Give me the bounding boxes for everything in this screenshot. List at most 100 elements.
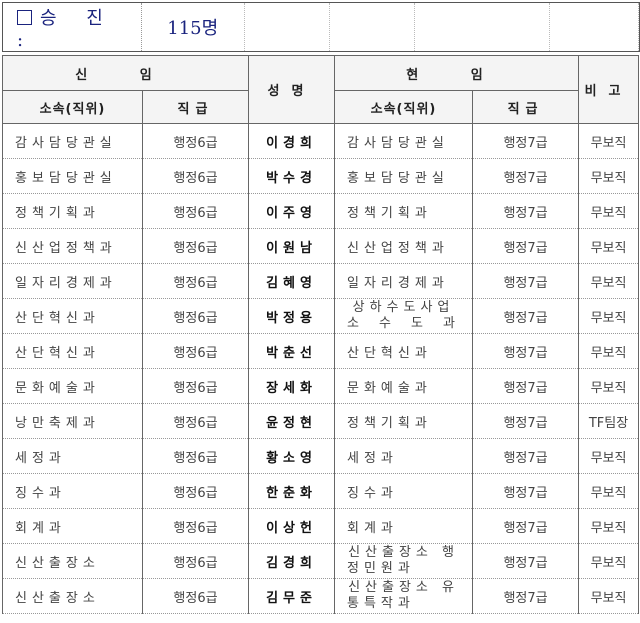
table-row: 산단혁신과 행정6급 박춘선 산단혁신과 행정7급 무보직 <box>2 333 640 369</box>
new-rank-cell: 행정6급 <box>141 228 250 264</box>
new-rank-cell: 행정6급 <box>141 123 250 159</box>
current-dept-cell: 문화예술과 <box>334 368 474 404</box>
note-cell: 무보직 <box>578 263 640 299</box>
name-cell: 박정용 <box>248 298 336 334</box>
current-rank-cell: 행정7급 <box>472 368 580 404</box>
note-cell: 무보직 <box>578 473 640 509</box>
name-cell: 이주영 <box>248 193 336 229</box>
new-dept-cell: 세정과 <box>2 438 143 474</box>
new-dept-cell: 신산업정책과 <box>2 228 143 264</box>
new-rank-cell: 행정6급 <box>141 543 250 579</box>
header-current-rank: 직급 <box>472 90 580 124</box>
current-dept-cell: 정책기획과 <box>334 403 474 439</box>
new-dept-cell: 낭만축제과 <box>2 403 143 439</box>
current-rank-cell: 행정7급 <box>472 298 580 334</box>
current-dept-cell: 정책기획과 <box>334 193 474 229</box>
new-rank-cell: 행정6급 <box>141 403 250 439</box>
current-rank-cell: 행정7급 <box>472 473 580 509</box>
current-dept-cell: 홍보담당관실 <box>334 158 474 194</box>
title-label-cell: 승 진 : <box>2 2 142 52</box>
current-rank-cell: 행정7급 <box>472 263 580 299</box>
new-rank-cell: 행정6급 <box>141 333 250 369</box>
title-empty-cell <box>637 2 640 52</box>
new-dept-cell: 산단혁신과 <box>2 333 143 369</box>
new-dept-cell: 홍보담당관실 <box>2 158 143 194</box>
new-dept-cell: 신산출장소 <box>2 578 143 614</box>
new-rank-cell: 행정6급 <box>141 263 250 299</box>
table-row: 신산업정책과 행정6급 이원남 신산업정책과 행정7급 무보직 <box>2 228 640 264</box>
promotion-count: 115명 <box>140 2 245 52</box>
new-dept-cell: 징수과 <box>2 473 143 509</box>
header-new-dept: 소속(직위) <box>2 90 143 124</box>
current-rank-cell: 행정7급 <box>472 508 580 544</box>
name-cell: 이상헌 <box>248 508 336 544</box>
note-cell: 무보직 <box>578 333 640 369</box>
table-row: 정책기획과 행정6급 이주영 정책기획과 행정7급 무보직 <box>2 193 640 229</box>
new-rank-cell: 행정6급 <box>141 508 250 544</box>
current-dept-cell: 신산출장소 행정민원과 <box>334 543 474 579</box>
note-cell: 무보직 <box>578 438 640 474</box>
table-row: 신산출장소 행정6급 김무준 신산출장소 유통특작과 행정7급 무보직 <box>2 578 640 614</box>
name-cell: 한춘화 <box>248 473 336 509</box>
new-dept-cell: 정책기획과 <box>2 193 143 229</box>
new-rank-cell: 행정6급 <box>141 298 250 334</box>
current-rank-cell: 행정7급 <box>472 158 580 194</box>
new-dept-cell: 문화예술과 <box>2 368 143 404</box>
note-cell: 무보직 <box>578 158 640 194</box>
header-new-rank: 직급 <box>141 90 250 124</box>
title-empty-cell <box>243 2 330 52</box>
table-row: 홍보담당관실 행정6급 박수경 홍보담당관실 행정7급 무보직 <box>2 158 640 194</box>
new-rank-cell: 행정6급 <box>141 158 250 194</box>
note-cell: 무보직 <box>578 543 640 579</box>
current-dept-cell: 회계과 <box>334 508 474 544</box>
new-rank-cell: 행정6급 <box>141 438 250 474</box>
current-dept-cell: 징수과 <box>334 473 474 509</box>
table-row: 세정과 행정6급 황소영 세정과 행정7급 무보직 <box>2 438 640 474</box>
title-empty-cell <box>549 2 639 52</box>
note-cell: 무보직 <box>578 228 640 264</box>
title-empty-cell <box>328 2 415 52</box>
new-rank-cell: 행정6급 <box>141 473 250 509</box>
table-row: 산단혁신과 행정6급 박정용 상하수도사업소 수 도 과 행정7급 무보직 <box>2 298 640 334</box>
current-dept-cell: 일자리경제과 <box>334 263 474 299</box>
table-row: 감사담당관실 행정6급 이경희 감사담당관실 행정7급 무보직 <box>2 123 640 159</box>
new-dept-cell: 일자리경제과 <box>2 263 143 299</box>
new-dept-cell: 감사담당관실 <box>2 123 143 159</box>
current-dept-cell: 산단혁신과 <box>334 333 474 369</box>
checkbox-square-icon <box>17 9 32 25</box>
new-rank-cell: 행정6급 <box>141 578 250 614</box>
current-dept-cell: 신산업정책과 <box>334 228 474 264</box>
name-cell: 이경희 <box>248 123 336 159</box>
name-cell: 이원남 <box>248 228 336 264</box>
header-note: 비고 <box>578 55 640 124</box>
note-cell: 무보직 <box>578 578 640 614</box>
new-dept-cell: 산단혁신과 <box>2 298 143 334</box>
note-cell: 무보직 <box>578 368 640 404</box>
current-rank-cell: 행정7급 <box>472 438 580 474</box>
name-cell: 박수경 <box>248 158 336 194</box>
header-name: 성명 <box>248 55 336 124</box>
current-dept-cell: 세정과 <box>334 438 474 474</box>
name-cell: 김무준 <box>248 578 336 614</box>
name-cell: 김경희 <box>248 543 336 579</box>
current-rank-cell: 행정7급 <box>472 193 580 229</box>
note-cell: 무보직 <box>578 508 640 544</box>
table-row: 낭만축제과 행정6급 윤정현 정책기획과 행정7급 TF팀장 <box>2 403 640 439</box>
name-cell: 김혜영 <box>248 263 336 299</box>
current-rank-cell: 행정7급 <box>472 333 580 369</box>
table-row: 회계과 행정6급 이상헌 회계과 행정7급 무보직 <box>2 508 640 544</box>
table-row: 일자리경제과 행정6급 김혜영 일자리경제과 행정7급 무보직 <box>2 263 640 299</box>
table-row: 신산출장소 행정6급 김경희 신산출장소 행정민원과 행정7급 무보직 <box>2 543 640 579</box>
name-cell: 윤정현 <box>248 403 336 439</box>
note-cell: 무보직 <box>578 298 640 334</box>
current-dept-cell: 감사담당관실 <box>334 123 474 159</box>
header-current-dept: 소속(직위) <box>334 90 474 124</box>
new-rank-cell: 행정6급 <box>141 193 250 229</box>
current-rank-cell: 행정7급 <box>472 123 580 159</box>
name-cell: 황소영 <box>248 438 336 474</box>
note-cell: TF팀장 <box>578 403 640 439</box>
new-rank-cell: 행정6급 <box>141 368 250 404</box>
note-cell: 무보직 <box>578 123 640 159</box>
name-cell: 박춘선 <box>248 333 336 369</box>
new-dept-cell: 회계과 <box>2 508 143 544</box>
